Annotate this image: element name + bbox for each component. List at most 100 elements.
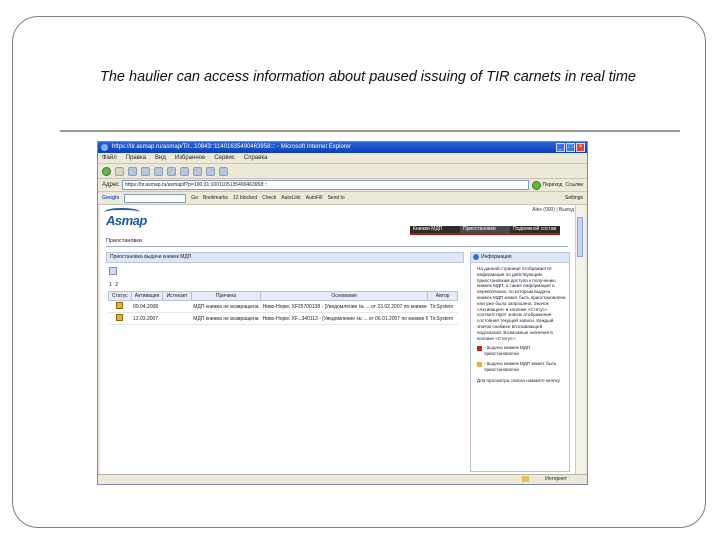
google-popup-blocked[interactable]: 12 blocked xyxy=(233,195,257,201)
google-bookmarks-button[interactable]: Bookmarks xyxy=(203,195,228,201)
pager: 1 2 xyxy=(109,282,464,288)
web-page: Asmap Alex (000) | Выход Книжки МДП Прио… xyxy=(100,205,578,475)
nav-toolbar xyxy=(98,164,587,179)
col-status[interactable]: Статус xyxy=(108,291,132,301)
home-icon[interactable] xyxy=(154,166,163,176)
user-links[interactable]: Alex (000) | Выход xyxy=(532,207,574,213)
page-1[interactable]: 1 xyxy=(109,282,112,288)
cell-author: Tir.System xyxy=(427,300,458,313)
close-button[interactable]: × xyxy=(576,143,585,152)
info-footer: Для просмотра списка нажмите кнопку xyxy=(477,377,560,383)
tab-tir-carnets[interactable]: Книжки МДП xyxy=(410,226,460,235)
google-autolink-button[interactable]: AutoLink xyxy=(281,195,300,201)
menu-tools[interactable]: Сервис xyxy=(214,153,235,163)
info-title: Информация xyxy=(481,254,512,260)
minimize-button[interactable]: _ xyxy=(556,143,565,152)
page-2[interactable]: 2 xyxy=(115,282,118,288)
col-activation[interactable]: Активация xyxy=(130,291,164,301)
menu-bar: Файл Правка Вид Избранное Сервис Справка xyxy=(98,153,587,164)
col-reason[interactable]: Причина xyxy=(190,291,262,301)
history-icon[interactable] xyxy=(193,166,202,176)
breadcrumb[interactable]: Приостановки xyxy=(106,238,142,244)
cell-basis: Ниво-Норм: XF25700138 - [Уведомление № .… xyxy=(260,300,428,313)
vertical-scrollbar[interactable] xyxy=(575,205,585,475)
window-title: https://tir.asmap.ru/asmap/Tir...10843::… xyxy=(112,144,352,150)
table-row[interactable]: 09.04.2008 МДП книжка не возвращена Ниво… xyxy=(108,300,458,313)
table-row[interactable]: 12.03.2007 МДП книжка не возвращена Ниво… xyxy=(108,312,458,325)
go-button[interactable]: Переход xyxy=(531,180,563,190)
google-toolbar: Google Go Bookmarks 12 blocked Check Aut… xyxy=(98,192,587,205)
main-panel: Приостановка выдачи книжек МДП 1 2 Стату… xyxy=(106,252,464,472)
ie-icon xyxy=(101,144,108,151)
breadcrumb-divider xyxy=(106,246,568,247)
address-bar: Адрес https://tir.asmap.ru/asmap/f?p=100… xyxy=(98,179,587,192)
info-icon xyxy=(473,254,479,260)
menu-file[interactable]: Файл xyxy=(102,153,117,163)
suspended-status-icon xyxy=(477,346,482,352)
google-settings-button[interactable]: Settings xyxy=(565,195,583,201)
tab-rolling-stock[interactable]: Подвижной состав xyxy=(510,226,560,235)
browser-titlebar: https://tir.asmap.ru/asmap/Tir...10843::… xyxy=(98,142,587,153)
google-check-button[interactable]: Check xyxy=(262,195,276,201)
info-body: На данной странице отображается информац… xyxy=(471,263,569,383)
google-logo: Google xyxy=(102,195,120,201)
export-icon[interactable] xyxy=(109,267,117,275)
menu-view[interactable]: Вид xyxy=(155,153,166,163)
col-author[interactable]: Автор xyxy=(427,291,458,301)
internet-zone: Интернет xyxy=(545,476,567,482)
info-panel: Информация На данной странице отображает… xyxy=(470,252,570,472)
go-label: Переход xyxy=(542,182,563,188)
status-icon xyxy=(116,302,124,309)
stop-icon[interactable] xyxy=(128,166,137,176)
forward-icon[interactable] xyxy=(115,166,124,176)
browser-window: https://tir.asmap.ru/asmap/Tir...10843::… xyxy=(97,141,588,485)
legend-item: - выдача книжек МДП может быть приостано… xyxy=(477,361,566,373)
menu-edit[interactable]: Правка xyxy=(126,153,146,163)
slide-caption: The haulier can access information about… xyxy=(100,69,636,85)
info-header: Информация xyxy=(471,253,569,263)
go-arrow-icon xyxy=(531,180,541,190)
legend-text: - выдача книжек МДП может быть приостано… xyxy=(484,360,557,372)
window-controls: _ □ × xyxy=(556,143,585,152)
cell-basis: Ниво-Норм: XF...340113 - [Уведомление № … xyxy=(260,312,428,325)
col-basis[interactable]: Основание xyxy=(260,291,429,301)
warning-status-icon xyxy=(477,361,482,367)
suspensions-table: Статус Активация Истекает Причина Основа… xyxy=(108,291,458,325)
cell-expires xyxy=(162,300,192,313)
cell-reason: МДП книжка не возвращена xyxy=(191,300,261,313)
maximize-button[interactable]: □ xyxy=(566,143,575,152)
cell-reason: МДП книжка не возвращена xyxy=(191,312,261,325)
asmap-logo[interactable]: Asmap xyxy=(104,208,147,228)
mail-icon[interactable] xyxy=(206,166,215,176)
site-tabs: Книжки МДП Приостановки Подвижной состав xyxy=(410,226,560,235)
address-input[interactable]: https://tir.asmap.ru/asmap/f?p=100:31:10… xyxy=(122,180,529,190)
cell-activation: 12.03.2007 xyxy=(131,312,163,325)
tab-suspensions[interactable]: Приостановки xyxy=(460,226,510,235)
back-icon[interactable] xyxy=(102,166,111,176)
info-text: На данной странице отображается информац… xyxy=(477,266,566,341)
scroll-thumb[interactable] xyxy=(577,217,583,257)
google-sendto-button[interactable]: Send to xyxy=(327,195,344,201)
logo-swoosh xyxy=(104,208,140,216)
google-search-input[interactable] xyxy=(124,193,187,203)
cell-activation: 09.04.2008 xyxy=(131,300,163,313)
cell-expires xyxy=(162,312,192,325)
refresh-icon[interactable] xyxy=(141,166,150,176)
panel-title: Приостановка выдачи книжек МДП xyxy=(106,252,464,263)
legend-item: - выдача книжек МДП приостановлена xyxy=(477,345,566,357)
links-button[interactable]: Ссылки xyxy=(565,182,583,188)
google-go-button[interactable]: Go xyxy=(191,195,198,201)
google-autofill-button[interactable]: AutoFill xyxy=(306,195,323,201)
legend-text: - выдача книжек МДП приостановлена xyxy=(484,345,531,357)
col-expires[interactable]: Истекает xyxy=(162,291,192,301)
favorites-icon[interactable] xyxy=(180,166,189,176)
divider xyxy=(60,130,680,132)
status-bar: Интернет xyxy=(98,474,587,484)
search-icon[interactable] xyxy=(167,166,176,176)
menu-favorites[interactable]: Избранное xyxy=(175,153,205,163)
menu-help[interactable]: Справка xyxy=(244,153,268,163)
cell-author: Tir.System xyxy=(427,312,458,325)
address-label: Адрес xyxy=(102,182,120,188)
print-icon[interactable] xyxy=(219,166,228,176)
lock-icon xyxy=(522,476,529,482)
